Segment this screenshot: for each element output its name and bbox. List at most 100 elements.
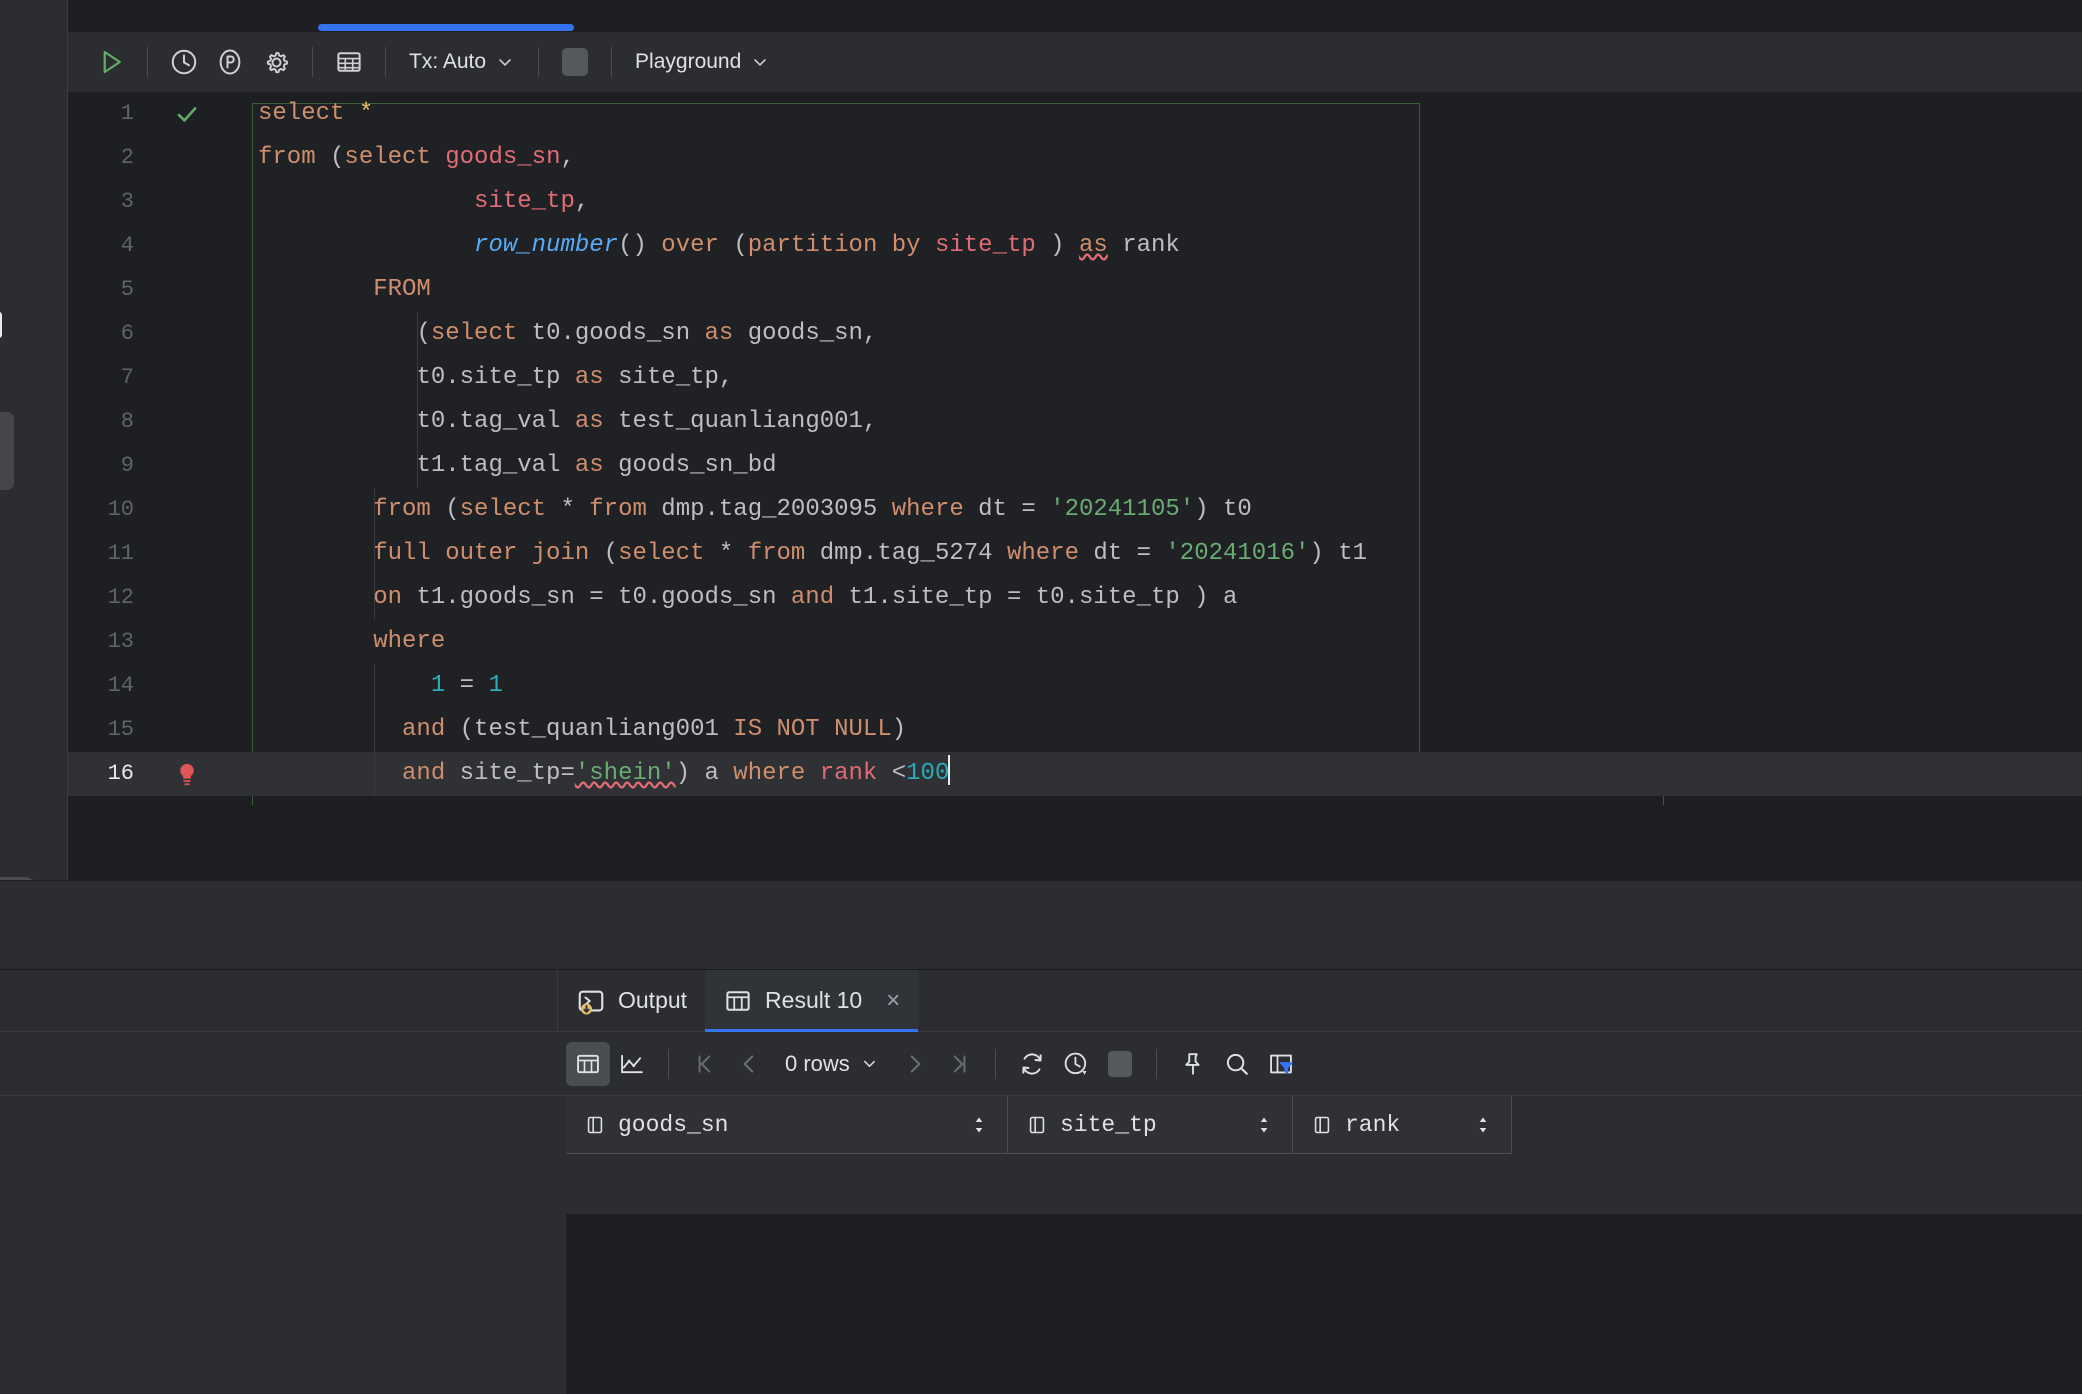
gutter-line-number: 11 (107, 541, 134, 566)
code-lines[interactable]: select * from (select goods_sn, site_tp, … (246, 92, 2082, 796)
code-line-12[interactable]: on t1.goods_sn = t0.goods_sn and t1.site… (246, 576, 2082, 620)
rail-handle-mid[interactable] (0, 412, 14, 490)
gutter-line-1[interactable]: 1 (68, 92, 246, 136)
gutter-line-16[interactable]: 16 (68, 752, 246, 796)
stop-results-button[interactable] (1098, 1042, 1142, 1086)
gutter-line-11[interactable]: 11 (68, 532, 246, 576)
column-filter-icon (1269, 1054, 1293, 1074)
gutter-line-15[interactable]: 15 (68, 708, 246, 752)
code-line-2[interactable]: from (select goods_sn, (246, 136, 2082, 180)
run-query-button[interactable] (88, 39, 134, 85)
gutter-line-2[interactable]: 2 (68, 136, 246, 180)
code-line-8[interactable]: t0.tag_val as test_quanliang001, (246, 400, 2082, 444)
token: ( (416, 320, 431, 347)
gutter-line-3[interactable]: 3 (68, 180, 246, 224)
code-line-4[interactable]: row_number() over (partition by site_tp … (246, 224, 2082, 268)
code-line-13[interactable]: where (246, 620, 2082, 664)
gutter-line-10[interactable]: 10 (68, 488, 246, 532)
gutter-line-8[interactable]: 8 (68, 400, 246, 444)
refresh-button[interactable] (1010, 1042, 1054, 1086)
previous-page-button[interactable] (727, 1042, 771, 1086)
active-tab-indicator (318, 24, 574, 31)
token: select (618, 540, 719, 567)
chart-view-button[interactable] (610, 1042, 654, 1086)
indent-guide (373, 488, 375, 532)
column-header-rank[interactable]: rank (1293, 1096, 1512, 1154)
gutter-line-4[interactable]: 4 (68, 224, 246, 268)
gutter-line-number: 6 (120, 321, 134, 346)
rail-handle-top[interactable] (0, 312, 2, 338)
results-tab-result-10[interactable]: Result 10 × (705, 969, 919, 1032)
gutter-line-7[interactable]: 7 (68, 356, 246, 400)
token: FROM (373, 276, 431, 303)
gutter-line-5[interactable]: 5 (68, 268, 246, 312)
first-page-button[interactable] (683, 1042, 727, 1086)
code-line-11[interactable]: full outer join (select * from dmp.tag_5… (246, 532, 2082, 576)
sql-editor[interactable]: 1 2 3 4 5 6 7 8 9 10 11 12 13 14 15 16 select * from (se… (68, 92, 2082, 880)
column-header-site_tp[interactable]: site_tp (1008, 1096, 1293, 1154)
settings-button[interactable] (253, 39, 299, 85)
error-bulb-icon[interactable] (170, 752, 204, 796)
code-line-3[interactable]: site_tp, (246, 180, 2082, 224)
sort-toggle-icon[interactable] (1473, 1113, 1493, 1137)
gutter-line-6[interactable]: 6 (68, 312, 246, 356)
token: t0.site_tp (416, 364, 575, 391)
indent-guide (373, 708, 375, 752)
code-line-1[interactable]: select * (246, 92, 2082, 136)
code-line-14[interactable]: 1 = 1 (246, 664, 2082, 708)
gutter-line-12[interactable]: 12 (68, 576, 246, 620)
row-count-selector[interactable]: 0 rows (771, 1043, 893, 1085)
token: ) a (675, 760, 734, 787)
editor-gutter[interactable]: 1 2 3 4 5 6 7 8 9 10 11 12 13 14 15 16 (68, 92, 246, 880)
first-page-icon (698, 1054, 711, 1073)
results-grid-header: goods_sn site_tp rank (0, 1096, 2082, 1154)
token: over (661, 232, 734, 259)
results-tab-label: Result 10 (765, 987, 863, 1013)
column-header-goods_sn[interactable]: goods_sn (566, 1096, 1008, 1154)
filter-columns-button[interactable] (1259, 1042, 1303, 1086)
sort-toggle-icon[interactable] (969, 1113, 989, 1137)
code-area[interactable]: select * from (select goods_sn, site_tp, … (246, 92, 2082, 880)
column-icon (1026, 1114, 1048, 1136)
tx-mode-selector[interactable]: Tx: Auto (399, 41, 525, 83)
code-line-9[interactable]: t1.tag_val as goods_sn_bd (246, 444, 2082, 488)
inspection-ok-icon[interactable] (170, 92, 204, 136)
profiler-button[interactable] (207, 39, 253, 85)
code-line-6[interactable]: (select t0.goods_sn as goods_sn, (246, 312, 2082, 356)
code-line-5[interactable]: FROM (246, 268, 2082, 312)
schema-label: Playground (635, 50, 742, 73)
token: as (574, 408, 604, 435)
results-tab-output[interactable]: Output (558, 970, 705, 1032)
last-page-button[interactable] (937, 1042, 981, 1086)
stop-query-button[interactable] (552, 39, 598, 85)
token: 'shein' (574, 760, 676, 787)
next-page-button[interactable] (893, 1042, 937, 1086)
gutter-line-14[interactable]: 14 (68, 664, 246, 708)
close-icon[interactable]: × (886, 987, 900, 1015)
code-line-10[interactable]: from (select * from dmp.tag_2003095 wher… (246, 488, 2082, 532)
gutter-line-9[interactable]: 9 (68, 444, 246, 488)
transaction-history-button[interactable] (1054, 1042, 1098, 1086)
token: from (589, 496, 662, 523)
tool-window-rail[interactable] (0, 32, 68, 899)
gear-icon (266, 51, 288, 73)
gutter-line-13[interactable]: 13 (68, 620, 246, 664)
schema-selector[interactable]: Playground (625, 41, 780, 83)
search-results-button[interactable] (1215, 1042, 1259, 1086)
code-line-7[interactable]: t0.site_tp as site_tp, (246, 356, 2082, 400)
query-history-button[interactable] (161, 39, 207, 85)
results-toolbar: 0 rows (0, 1032, 2082, 1096)
gutter-line-number: 7 (120, 365, 134, 390)
stop-icon (562, 48, 589, 76)
results-grid-body[interactable] (566, 1214, 2082, 1394)
code-line-16[interactable]: and site_tp='shein') a where rank <100 (246, 752, 2082, 796)
pin-tab-button[interactable] (1171, 1042, 1215, 1086)
sort-toggle-icon[interactable] (1254, 1113, 1274, 1137)
open-data-editor-button[interactable] (326, 39, 372, 85)
code-line-15[interactable]: and (test_quanliang001 IS NOT NULL) (246, 708, 2082, 752)
token: partition by (747, 232, 935, 259)
grid-view-button[interactable] (566, 1041, 610, 1086)
token: IS NOT NULL (733, 716, 892, 743)
text-caret (948, 755, 951, 785)
